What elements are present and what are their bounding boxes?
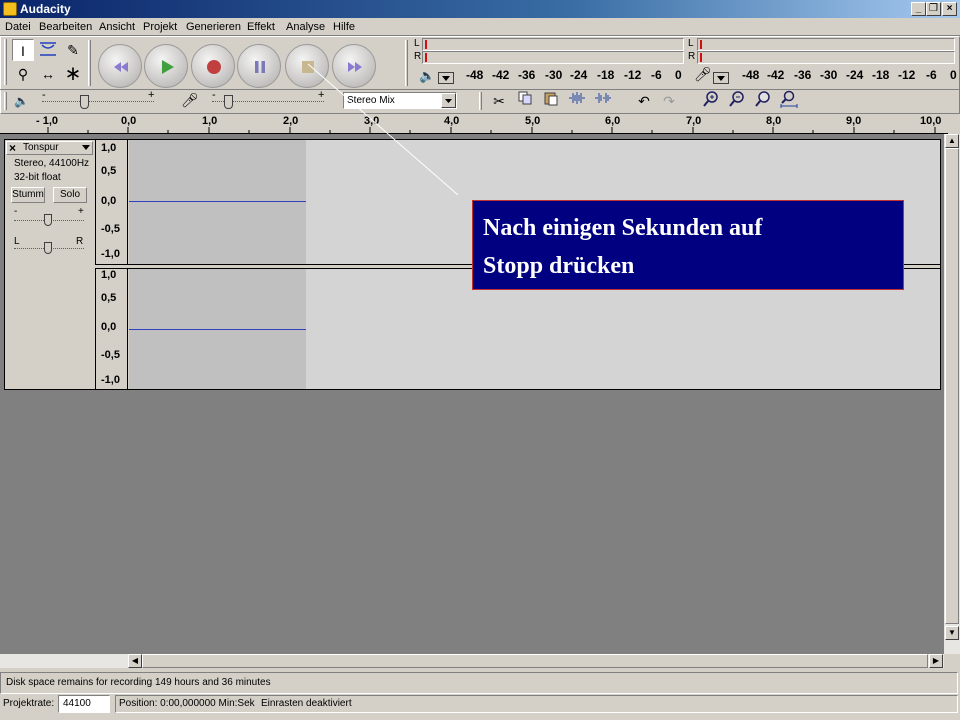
position-text: Position: 0:00,000000 Min:Sek	[119, 698, 255, 709]
snap-status-text: Einrasten deaktiviert	[261, 698, 352, 709]
project-rate-label: Projektrate:	[3, 698, 55, 709]
project-rate-value: 44100	[63, 698, 91, 709]
scroll-right-icon[interactable]: ▶	[929, 654, 943, 668]
horizontal-scroll-thumb[interactable]	[142, 654, 928, 668]
callout-line-1: Nach einigen Sekunden auf	[483, 215, 763, 241]
scroll-up-icon[interactable]: ▲	[945, 134, 959, 148]
vertical-scroll-thumb[interactable]	[945, 148, 959, 624]
disk-space-text: Disk space remains for recording 149 hou…	[6, 677, 271, 688]
scroll-down-icon[interactable]: ▼	[945, 626, 959, 640]
instruction-callout: Nach einigen Sekunden auf Stopp drücken	[472, 200, 904, 290]
selection-bar: Projektrate: 44100 Position: 0:00,000000…	[0, 695, 958, 715]
horizontal-scrollbar[interactable]: ◀ ▶	[0, 654, 944, 668]
callout-line-2: Stopp drücken	[483, 253, 635, 279]
disk-space-status: Disk space remains for recording 149 hou…	[0, 672, 958, 694]
project-rate-field[interactable]: 44100	[58, 695, 110, 713]
callout-pointer	[307, 63, 459, 196]
position-status: Position: 0:00,000000 Min:Sek Einrasten …	[115, 695, 958, 713]
vertical-scrollbar[interactable]: ▲ ▼	[944, 134, 960, 654]
scroll-left-icon[interactable]: ◀	[128, 654, 142, 668]
